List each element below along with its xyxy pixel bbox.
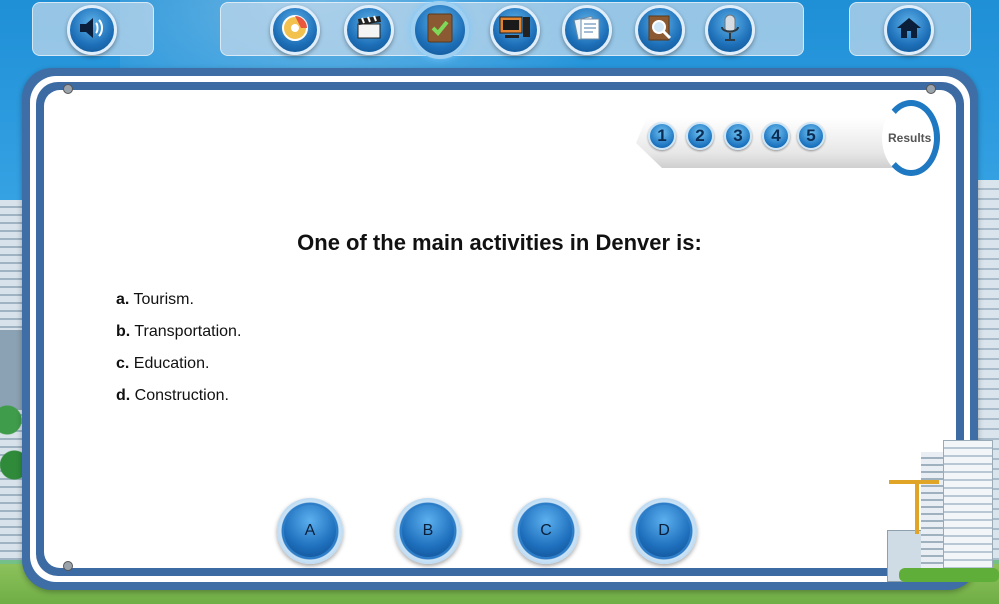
building-grass [899,568,999,582]
option-text: Transportation. [134,323,242,340]
option-text: Education. [133,355,210,372]
answer-c-button[interactable]: C [513,498,579,564]
answer-a-button[interactable]: A [277,498,343,564]
home-icon [896,16,922,45]
answer-a-label: A [284,505,336,557]
option-letter: c. [116,355,130,372]
step-2-button[interactable]: 2 [686,122,714,150]
clapperboard-icon [355,15,383,46]
crane-arm [889,480,939,484]
book-check-button[interactable] [411,1,469,59]
answer-d-label: D [638,505,690,557]
step-1-button[interactable]: 1 [648,122,676,150]
option-b: b. Transportation. [116,322,241,354]
computer-button[interactable] [490,5,540,55]
option-letter: d. [116,387,131,404]
step-5-button[interactable]: 5 [797,122,825,150]
computer-icon [499,14,531,47]
question-progress: 1 2 3 4 5 Results [636,100,940,176]
speaker-button[interactable] [67,5,117,55]
answer-buttons: A B C D [0,498,999,564]
search-book-button[interactable] [635,5,685,55]
screw-top-left [63,84,73,94]
building-illustration [887,440,999,590]
option-c: c. Education. [116,354,241,386]
search-book-icon [645,13,675,48]
results-button[interactable]: Results [882,100,940,176]
book-check-icon [425,12,455,49]
background-tree [0,360,24,510]
option-letter: b. [116,323,131,340]
cd-button[interactable] [270,5,320,55]
top-toolbar [0,0,999,62]
step-3-button[interactable]: 3 [724,122,752,150]
clapperboard-button[interactable] [344,5,394,55]
answer-options-list: a. Tourism. b. Transportation. c. Educat… [116,290,241,418]
documents-icon [572,14,602,47]
option-a: a. Tourism. [116,290,241,322]
microphone-button[interactable] [705,5,755,55]
option-text: Construction. [134,387,229,404]
answer-c-label: C [520,505,572,557]
answer-b-label: B [402,505,454,557]
answer-d-button[interactable]: D [631,498,697,564]
microphone-icon [719,13,741,48]
home-button[interactable] [884,5,934,55]
option-letter: a. [116,291,130,308]
cd-icon [280,13,310,48]
question-text: One of the main activities in Denver is: [297,230,702,255]
results-label: Results [888,131,932,145]
screw-top-right [926,84,936,94]
crane-post [915,484,919,534]
step-4-button[interactable]: 4 [762,122,790,150]
option-d: d. Construction. [116,386,241,418]
speaker-icon [78,16,106,44]
option-text: Tourism. [133,291,194,308]
building-tower [943,440,993,582]
documents-button[interactable] [562,5,612,55]
answer-b-button[interactable]: B [395,498,461,564]
